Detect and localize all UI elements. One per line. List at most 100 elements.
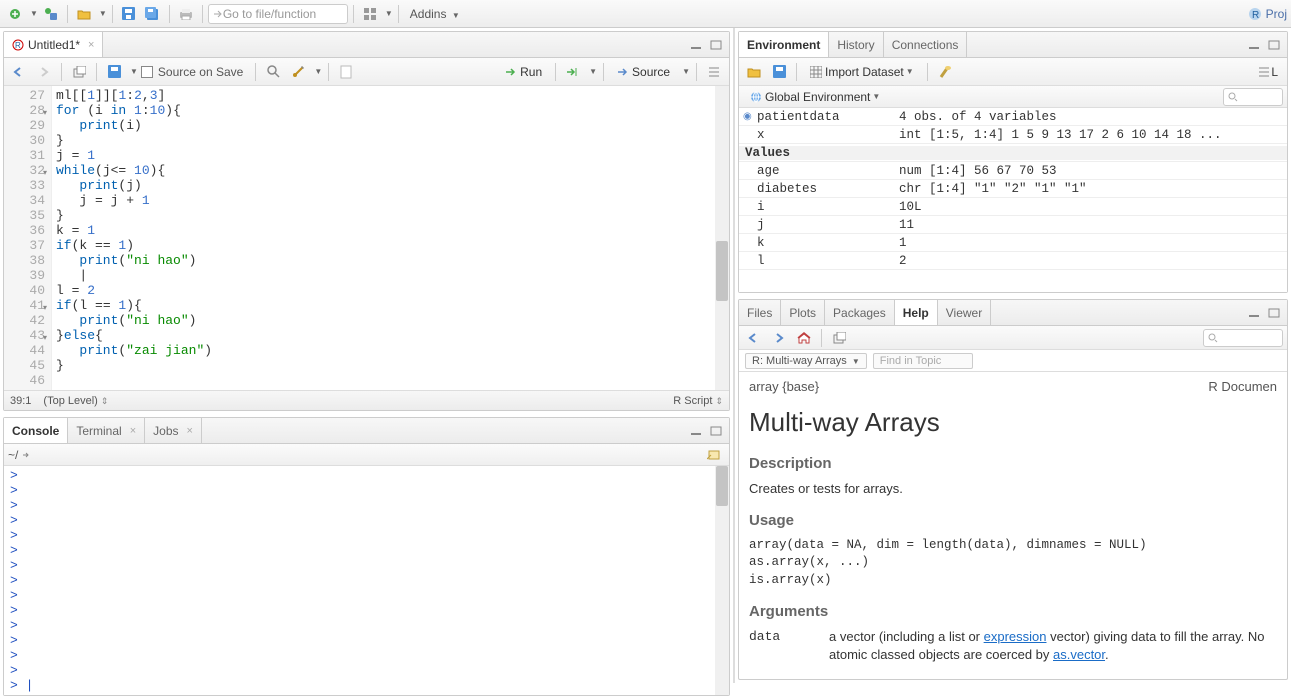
close-terminal-button[interactable]: × xyxy=(130,425,136,437)
env-value-row[interactable]: i10L xyxy=(739,198,1287,216)
open-recent-dropdown[interactable]: ▼ xyxy=(99,9,107,18)
rerun-dropdown[interactable]: ▼ xyxy=(589,67,597,76)
help-forward-button[interactable] xyxy=(768,327,790,349)
find-in-topic-box[interactable]: Find in Topic xyxy=(873,353,973,369)
close-tab-button[interactable]: × xyxy=(88,39,94,51)
scope-selector[interactable]: (Top Level) ⇕ xyxy=(43,395,108,407)
source-dropdown[interactable]: ▼ xyxy=(682,67,690,76)
maximize-env-button[interactable] xyxy=(1265,37,1283,53)
outline-button[interactable] xyxy=(703,61,725,83)
env-value-row[interactable]: l2 xyxy=(739,252,1287,270)
env-data-row[interactable]: xint [1:5, 1:4] 1 5 9 13 17 2 6 10 14 18… xyxy=(739,126,1287,144)
source-arrow-icon xyxy=(617,67,629,77)
env-scope-selector[interactable]: Global Environment ▼ xyxy=(743,86,887,108)
tab-viewer[interactable]: Viewer xyxy=(938,300,991,325)
back-button[interactable] xyxy=(8,61,30,83)
env-value-row[interactable]: agenum [1:4] 56 67 70 53 xyxy=(739,162,1287,180)
tab-console[interactable]: Console xyxy=(4,418,68,443)
language-selector[interactable]: R Script ⇕ xyxy=(673,395,723,407)
env-list-view-button[interactable]: L xyxy=(1254,61,1283,83)
r-logo-icon: R xyxy=(1248,7,1262,21)
tab-jobs[interactable]: Jobs× xyxy=(145,418,202,443)
source-tab-untitled1[interactable]: R Untitled1* × xyxy=(4,32,103,57)
save-button[interactable] xyxy=(118,3,140,25)
help-search-box[interactable] xyxy=(1203,329,1283,347)
print-button[interactable] xyxy=(175,3,197,25)
clear-workspace-button[interactable] xyxy=(934,61,956,83)
help-back-button[interactable] xyxy=(743,327,765,349)
tab-packages[interactable]: Packages xyxy=(825,300,895,325)
project-menu[interactable]: R Proj xyxy=(1248,7,1287,21)
minimize-console-button[interactable] xyxy=(687,423,705,439)
forward-button[interactable] xyxy=(33,61,55,83)
console-output[interactable]: > > > > > > > > > > > > > > > | xyxy=(4,466,729,695)
code-editor[interactable]: 2728▾29303132▾333435363738394041▾4243▾44… xyxy=(4,86,729,390)
tab-plots[interactable]: Plots xyxy=(781,300,825,325)
code-tools-button[interactable] xyxy=(287,61,309,83)
run-button[interactable]: Run xyxy=(498,61,549,83)
editor-scrollbar[interactable] xyxy=(715,86,729,390)
clear-console-button[interactable] xyxy=(703,444,725,466)
new-file-dropdown[interactable]: ▼ xyxy=(30,9,38,18)
svg-text:R: R xyxy=(15,41,21,50)
help-content[interactable]: array {base} R Documen Multi-way Arrays … xyxy=(739,372,1287,679)
source-status-bar: 39:1 (Top Level) ⇕ R Script ⇕ xyxy=(4,390,729,410)
grid-view-button[interactable] xyxy=(359,3,381,25)
tab-connections[interactable]: Connections xyxy=(884,32,968,57)
import-dataset-button[interactable]: Import Dataset ▼ xyxy=(803,61,921,83)
env-value-row[interactable]: k1 xyxy=(739,234,1287,252)
tab-history[interactable]: History xyxy=(829,32,883,57)
save-workspace-button[interactable] xyxy=(768,61,790,83)
maximize-console-button[interactable] xyxy=(707,423,725,439)
help-description-text: Creates or tests for arrays. xyxy=(749,480,1277,498)
help-crumb-bar: R: Multi-way Arrays ▼ Find in Topic xyxy=(739,350,1287,372)
close-jobs-button[interactable]: × xyxy=(187,425,193,437)
env-data-row[interactable]: ◉patientdata4 obs. of 4 variables xyxy=(739,108,1287,126)
env-value-row[interactable]: diabeteschr [1:4] "1" "2" "1" "1" xyxy=(739,180,1287,198)
goto-placeholder: Go to file/function xyxy=(223,7,316,21)
addins-menu[interactable]: Addins ▼ xyxy=(404,7,466,21)
as-vector-link[interactable]: as.vector xyxy=(1053,647,1105,662)
source-script-button[interactable]: Source xyxy=(610,61,677,83)
minimize-pane-button[interactable] xyxy=(687,37,705,53)
env-search-box[interactable] xyxy=(1223,88,1283,106)
code-tools-dropdown[interactable]: ▼ xyxy=(314,67,322,76)
find-replace-button[interactable] xyxy=(262,61,284,83)
help-topic-dropdown[interactable]: R: Multi-way Arrays ▼ xyxy=(745,353,867,369)
new-project-button[interactable] xyxy=(40,3,62,25)
svg-text:R: R xyxy=(1252,10,1259,21)
save-source-button[interactable] xyxy=(103,61,125,83)
console-scrollbar[interactable] xyxy=(715,466,729,695)
project-label: Proj xyxy=(1266,7,1287,21)
rerun-button[interactable] xyxy=(562,61,584,83)
goto-file-function-box[interactable]: Go to file/function xyxy=(208,4,348,24)
run-arrow-icon xyxy=(505,67,517,77)
maximize-pane-button[interactable] xyxy=(707,37,725,53)
source-on-save-checkbox[interactable] xyxy=(141,66,153,78)
help-popout-button[interactable] xyxy=(828,327,850,349)
code-content[interactable]: ml[[1]][1:2,3]for (i in 1:10){ print(i)}… xyxy=(52,86,216,390)
help-arguments-heading: Arguments xyxy=(749,601,1277,622)
help-package-label: array {base} xyxy=(749,378,819,396)
console-tab-bar: Console Terminal× Jobs× xyxy=(4,418,729,444)
new-file-button[interactable] xyxy=(4,3,26,25)
minimize-help-button[interactable] xyxy=(1245,305,1263,321)
save-all-button[interactable] xyxy=(142,3,164,25)
minimize-env-button[interactable] xyxy=(1245,37,1263,53)
tab-environment[interactable]: Environment xyxy=(739,32,829,57)
maximize-help-button[interactable] xyxy=(1265,305,1283,321)
expression-link[interactable]: expression xyxy=(984,629,1047,644)
tab-help[interactable]: Help xyxy=(895,300,938,325)
compile-report-button[interactable] xyxy=(335,61,357,83)
save-dropdown[interactable]: ▼ xyxy=(130,67,138,76)
show-in-new-window-button[interactable] xyxy=(68,61,90,83)
open-file-button[interactable] xyxy=(73,3,95,25)
line-number-gutter[interactable]: 2728▾29303132▾333435363738394041▾4243▾44… xyxy=(4,86,52,390)
tab-terminal[interactable]: Terminal× xyxy=(68,418,145,443)
tab-files[interactable]: Files xyxy=(739,300,781,325)
help-home-button[interactable] xyxy=(793,327,815,349)
load-workspace-button[interactable] xyxy=(743,61,765,83)
env-value-row[interactable]: j11 xyxy=(739,216,1287,234)
grid-dropdown[interactable]: ▼ xyxy=(385,9,393,18)
environment-table[interactable]: ◉patientdata4 obs. of 4 variablesxint [1… xyxy=(739,108,1287,292)
